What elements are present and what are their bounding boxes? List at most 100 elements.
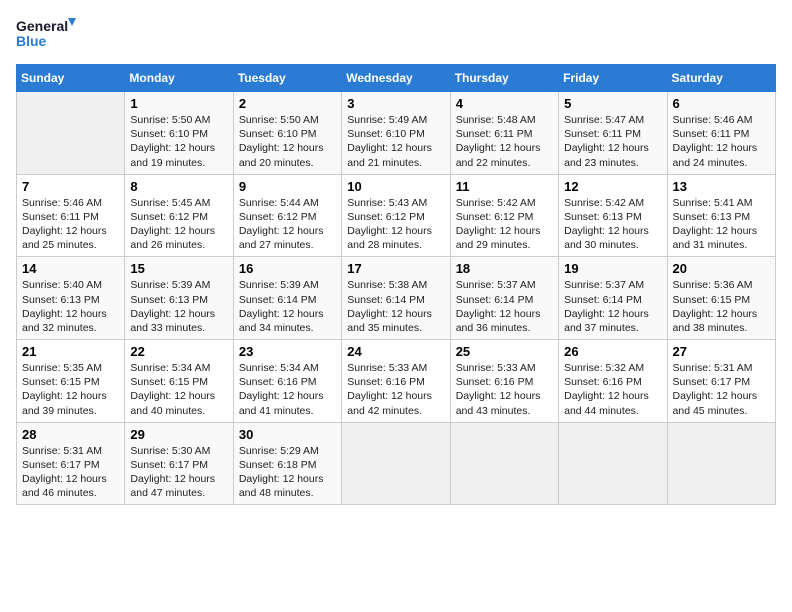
day-info: Sunrise: 5:50 AM Sunset: 6:10 PM Dayligh… [130,113,227,170]
col-header-wednesday: Wednesday [342,65,450,92]
day-cell: 10 Sunrise: 5:43 AM Sunset: 6:12 PM Dayli… [342,174,450,257]
day-cell: 26Sunrise: 5:32 AM Sunset: 6:16 PM Dayli… [559,340,667,423]
day-info: Sunrise: 5:40 AM Sunset: 6:13 PM Dayligh… [22,278,119,335]
day-info: Sunrise: 5:32 AM Sunset: 6:16 PM Dayligh… [564,361,661,418]
day-cell: 25Sunrise: 5:33 AM Sunset: 6:16 PM Dayli… [450,340,558,423]
day-info: Sunrise: 5:42 AM Sunset: 6:12 PM Dayligh… [456,196,553,253]
day-cell: 22Sunrise: 5:34 AM Sunset: 6:15 PM Dayli… [125,340,233,423]
day-number: 15 [130,261,227,276]
day-number: 16 [239,261,336,276]
col-header-monday: Monday [125,65,233,92]
day-cell: 29 Sunrise: 5:30 AM Sunset: 6:17 PM Dayli… [125,422,233,505]
day-cell: 9 Sunrise: 5:44 AM Sunset: 6:12 PM Daylig… [233,174,341,257]
col-header-sunday: Sunday [17,65,125,92]
day-cell: 14 Sunrise: 5:40 AM Sunset: 6:13 PM Dayli… [17,257,125,340]
day-number: 30 [239,427,336,442]
day-number: 11 [456,179,553,194]
day-number: 28 [22,427,119,442]
logo: General Blue [16,16,76,52]
col-header-friday: Friday [559,65,667,92]
day-number: 27 [673,344,770,359]
day-cell: 19Sunrise: 5:37 AM Sunset: 6:14 PM Dayli… [559,257,667,340]
day-info: Sunrise: 5:37 AM Sunset: 6:14 PM Dayligh… [564,278,661,335]
day-info: Sunrise: 5:41 AM Sunset: 6:13 PM Dayligh… [673,196,770,253]
day-cell: 7 Sunrise: 5:46 AM Sunset: 6:11 PM Daylig… [17,174,125,257]
day-cell: 6 Sunrise: 5:46 AM Sunset: 6:11 PM Daylig… [667,92,775,175]
day-cell [559,422,667,505]
day-cell: 2 Sunrise: 5:50 AM Sunset: 6:10 PM Daylig… [233,92,341,175]
day-cell: 28Sunrise: 5:31 AM Sunset: 6:17 PM Dayli… [17,422,125,505]
day-cell: 15 Sunrise: 5:39 AM Sunset: 6:13 PM Dayli… [125,257,233,340]
day-info: Sunrise: 5:46 AM Sunset: 6:11 PM Dayligh… [673,113,770,170]
day-number: 29 [130,427,227,442]
day-cell: 12 Sunrise: 5:42 AM Sunset: 6:13 PM Dayli… [559,174,667,257]
col-header-thursday: Thursday [450,65,558,92]
day-cell: 20Sunrise: 5:36 AM Sunset: 6:15 PM Dayli… [667,257,775,340]
day-info: Sunrise: 5:33 AM Sunset: 6:16 PM Dayligh… [456,361,553,418]
day-number: 14 [22,261,119,276]
day-cell: 18 Sunrise: 5:37 AM Sunset: 6:14 PM Dayli… [450,257,558,340]
day-cell: 1 Sunrise: 5:50 AM Sunset: 6:10 PM Daylig… [125,92,233,175]
day-info: Sunrise: 5:31 AM Sunset: 6:17 PM Dayligh… [673,361,770,418]
day-number: 8 [130,179,227,194]
day-cell: 17 Sunrise: 5:38 AM Sunset: 6:14 PM Dayli… [342,257,450,340]
col-header-saturday: Saturday [667,65,775,92]
day-number: 3 [347,96,444,111]
day-info: Sunrise: 5:48 AM Sunset: 6:11 PM Dayligh… [456,113,553,170]
day-number: 21 [22,344,119,359]
day-number: 9 [239,179,336,194]
day-number: 2 [239,96,336,111]
day-cell [667,422,775,505]
day-number: 5 [564,96,661,111]
week-row-4: 28Sunrise: 5:31 AM Sunset: 6:17 PM Dayli… [17,422,776,505]
day-cell: 3 Sunrise: 5:49 AM Sunset: 6:10 PM Daylig… [342,92,450,175]
week-row-2: 14 Sunrise: 5:40 AM Sunset: 6:13 PM Dayli… [17,257,776,340]
day-cell: 24 Sunrise: 5:33 AM Sunset: 6:16 PM Dayli… [342,340,450,423]
day-cell: 27 Sunrise: 5:31 AM Sunset: 6:17 PM Dayli… [667,340,775,423]
calendar-table: SundayMondayTuesdayWednesdayThursdayFrid… [16,64,776,505]
week-row-3: 21 Sunrise: 5:35 AM Sunset: 6:15 PM Dayli… [17,340,776,423]
day-number: 20 [673,261,770,276]
day-number: 24 [347,344,444,359]
day-info: Sunrise: 5:46 AM Sunset: 6:11 PM Dayligh… [22,196,119,253]
day-info: Sunrise: 5:30 AM Sunset: 6:17 PM Dayligh… [130,444,227,501]
day-info: Sunrise: 5:43 AM Sunset: 6:12 PM Dayligh… [347,196,444,253]
day-number: 4 [456,96,553,111]
day-cell: 11 Sunrise: 5:42 AM Sunset: 6:12 PM Dayli… [450,174,558,257]
day-cell: 23 Sunrise: 5:34 AM Sunset: 6:16 PM Dayli… [233,340,341,423]
day-number: 6 [673,96,770,111]
week-row-0: 1 Sunrise: 5:50 AM Sunset: 6:10 PM Daylig… [17,92,776,175]
day-number: 17 [347,261,444,276]
day-info: Sunrise: 5:37 AM Sunset: 6:14 PM Dayligh… [456,278,553,335]
day-cell [450,422,558,505]
day-number: 13 [673,179,770,194]
day-info: Sunrise: 5:44 AM Sunset: 6:12 PM Dayligh… [239,196,336,253]
day-cell: 13 Sunrise: 5:41 AM Sunset: 6:13 PM Dayli… [667,174,775,257]
day-number: 18 [456,261,553,276]
day-info: Sunrise: 5:35 AM Sunset: 6:15 PM Dayligh… [22,361,119,418]
svg-text:General: General [16,18,68,34]
day-info: Sunrise: 5:39 AM Sunset: 6:13 PM Dayligh… [130,278,227,335]
day-info: Sunrise: 5:34 AM Sunset: 6:16 PM Dayligh… [239,361,336,418]
day-cell: 21 Sunrise: 5:35 AM Sunset: 6:15 PM Dayli… [17,340,125,423]
day-info: Sunrise: 5:33 AM Sunset: 6:16 PM Dayligh… [347,361,444,418]
day-cell: 30 Sunrise: 5:29 AM Sunset: 6:18 PM Dayli… [233,422,341,505]
day-number: 10 [347,179,444,194]
day-cell [342,422,450,505]
day-cell: 16Sunrise: 5:39 AM Sunset: 6:14 PM Dayli… [233,257,341,340]
day-info: Sunrise: 5:42 AM Sunset: 6:13 PM Dayligh… [564,196,661,253]
day-info: Sunrise: 5:38 AM Sunset: 6:14 PM Dayligh… [347,278,444,335]
day-number: 23 [239,344,336,359]
day-cell: 8Sunrise: 5:45 AM Sunset: 6:12 PM Daylig… [125,174,233,257]
logo-svg: General Blue [16,16,76,52]
day-cell: 5 Sunrise: 5:47 AM Sunset: 6:11 PM Daylig… [559,92,667,175]
day-info: Sunrise: 5:50 AM Sunset: 6:10 PM Dayligh… [239,113,336,170]
day-number: 7 [22,179,119,194]
svg-text:Blue: Blue [16,33,47,49]
header-row: SundayMondayTuesdayWednesdayThursdayFrid… [17,65,776,92]
day-info: Sunrise: 5:47 AM Sunset: 6:11 PM Dayligh… [564,113,661,170]
day-number: 12 [564,179,661,194]
day-number: 1 [130,96,227,111]
day-info: Sunrise: 5:49 AM Sunset: 6:10 PM Dayligh… [347,113,444,170]
day-info: Sunrise: 5:29 AM Sunset: 6:18 PM Dayligh… [239,444,336,501]
